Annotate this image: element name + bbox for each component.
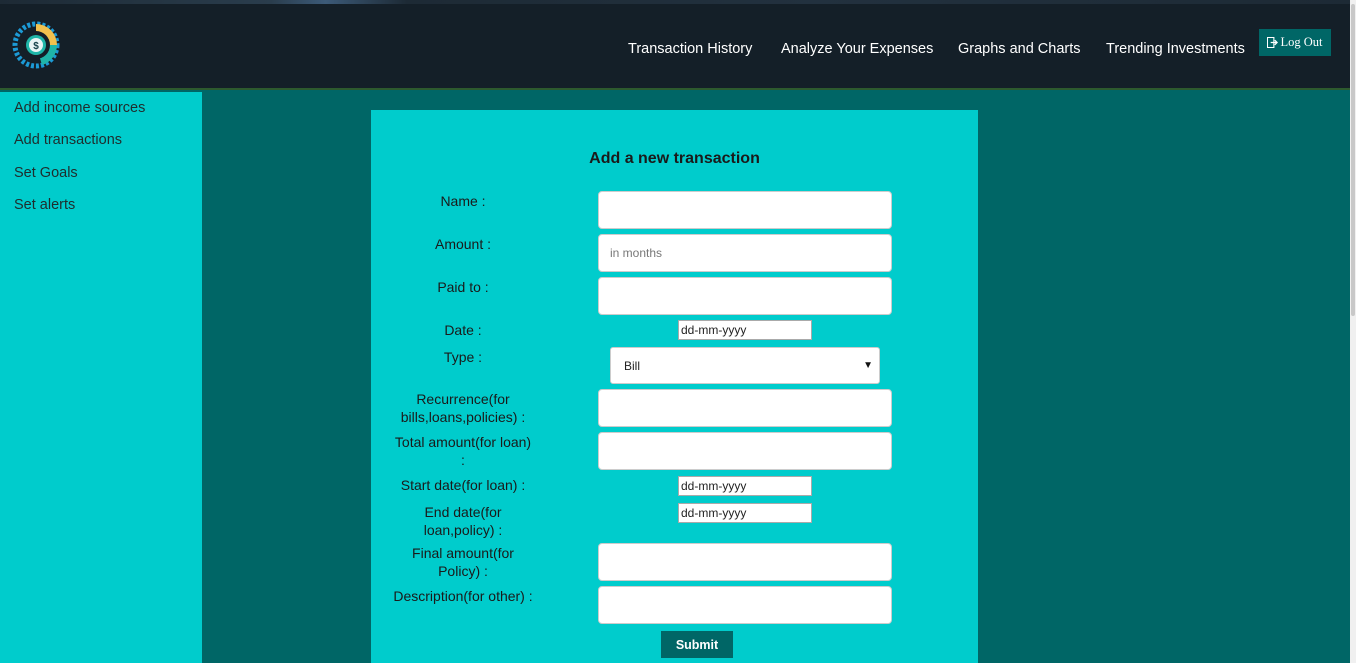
amount-label: Amount :	[434, 236, 492, 252]
sidebar-item-add-transactions[interactable]: Add transactions	[14, 132, 122, 148]
start-date-input[interactable]: dd-mm-yyyy	[678, 476, 812, 496]
navbar-decoration	[0, 0, 1356, 4]
logout-label: Log Out	[1280, 35, 1323, 49]
transaction-form-panel: Add a new transaction Name : Amount : Pa…	[371, 110, 978, 663]
start-date-label: Start date(for loan) :	[400, 477, 526, 493]
total-amount-label: Total amount(for loan) :	[394, 434, 532, 468]
sidebar-item-income-sources[interactable]: Add income sources	[14, 100, 145, 116]
recurrence-input[interactable]	[598, 389, 892, 427]
name-label: Name :	[440, 193, 486, 209]
date-input[interactable]: dd-mm-yyyy	[678, 320, 812, 340]
nav-trending-investments[interactable]: Trending Investments	[1106, 41, 1245, 57]
amount-input[interactable]	[598, 234, 892, 272]
date-label: Date :	[444, 322, 482, 338]
type-select[interactable]: Bill ▼	[610, 347, 880, 384]
name-input[interactable]	[598, 191, 892, 229]
chevron-down-icon: ▼	[863, 360, 873, 371]
end-date-input[interactable]: dd-mm-yyyy	[678, 503, 812, 523]
navbar-divider	[0, 88, 1356, 90]
sidebar-item-set-goals[interactable]: Set Goals	[14, 165, 78, 181]
form-title: Add a new transaction	[589, 150, 760, 167]
description-input[interactable]	[598, 586, 892, 624]
scrollbar-thumb[interactable]	[1351, 4, 1355, 316]
type-selected-value: Bill	[624, 358, 641, 373]
type-label: Type :	[443, 349, 483, 365]
final-amount-label: Final amount(for Policy) :	[412, 545, 514, 579]
svg-text:$: $	[33, 41, 39, 52]
final-amount-input[interactable]	[598, 543, 892, 581]
logout-button[interactable]: Log Out	[1259, 29, 1331, 56]
nav-graphs-charts[interactable]: Graphs and Charts	[958, 41, 1081, 57]
end-date-label: End date(for loan,policy) :	[423, 504, 503, 538]
description-label: Description(for other) :	[393, 588, 533, 604]
logout-icon	[1267, 37, 1279, 48]
paid-to-input[interactable]	[598, 277, 892, 315]
submit-button[interactable]: Submit	[661, 631, 733, 658]
paid-to-label: Paid to :	[437, 279, 489, 295]
total-amount-input[interactable]	[598, 432, 892, 470]
nav-analyze-expenses[interactable]: Analyze Your Expenses	[781, 41, 933, 57]
sidebar: Add income sources Add transactions Set …	[0, 92, 202, 663]
nav-transaction-history[interactable]: Transaction History	[628, 41, 752, 57]
app-logo-icon[interactable]: $	[12, 21, 60, 69]
recurrence-label: Recurrence(for bills,loans,policies) :	[400, 391, 526, 425]
sidebar-item-set-alerts[interactable]: Set alerts	[14, 197, 75, 213]
